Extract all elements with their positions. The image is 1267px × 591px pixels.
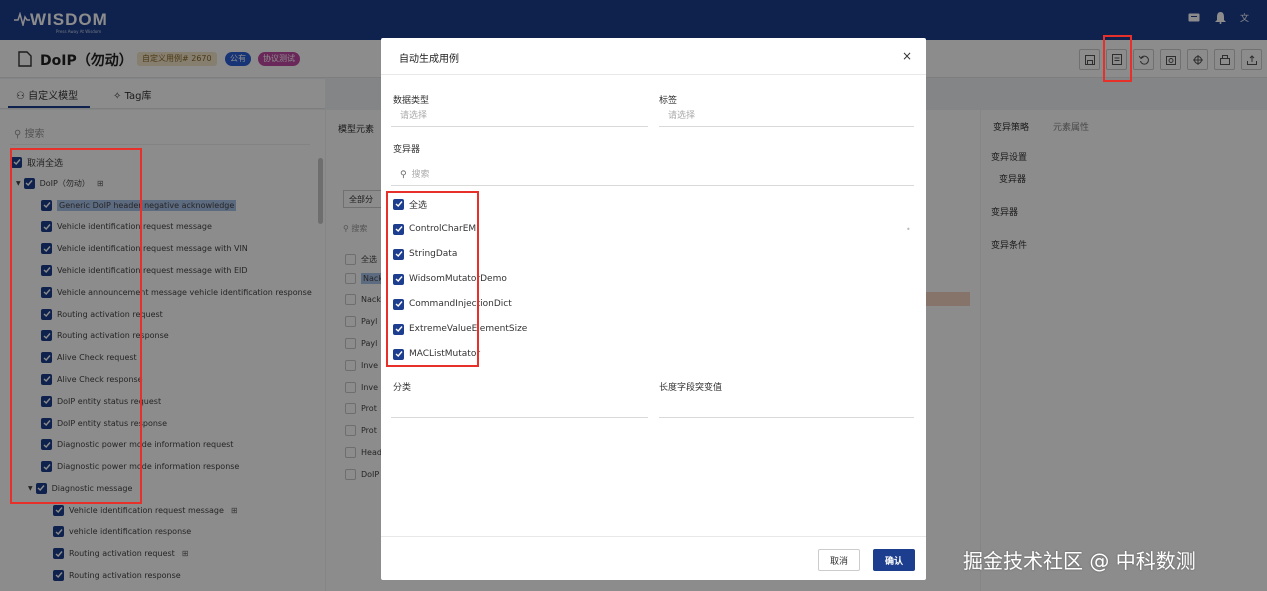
mutator-label: StringData [409,249,458,259]
checkbox[interactable] [393,323,404,335]
dialog-divider [381,74,926,75]
mutator-option[interactable]: WidsomMutatorDemo [393,271,507,287]
mutator-label: ExtremeValueElementSize [409,324,528,334]
close-icon[interactable]: × [902,49,912,63]
search-icon: ⚲ [400,170,410,180]
mutator-section-label: 变异器 [393,145,421,155]
mutator-label: MACListMutator [409,349,481,359]
checkbox[interactable] [393,248,404,260]
data-type-label: 数据类型 [393,96,430,106]
mutator-option[interactable]: ExtremeValueElementSize [393,321,527,337]
length-field-label: 长度字段突变值 [659,383,723,393]
confirm-button[interactable]: 确认 [873,549,915,571]
length-field-input[interactable] [659,400,914,418]
mutator-label: CommandInjectionDict [409,299,512,309]
auto-generate-dialog: 自动生成用例 × 数据类型 请选择 标签 请选择 变异器 ⚲ 搜索 全选 Cont… [381,38,926,580]
checkbox[interactable] [393,348,404,360]
dot-indicator: • [906,225,911,234]
mutator-label: 全选 [409,200,428,211]
watermark: 掘金技术社区 @ 中科数测 [963,549,1196,573]
mutator-select-all[interactable]: 全选 [393,196,427,212]
mutator-option[interactable]: StringData [393,246,457,262]
data-type-select[interactable]: 请选择 [391,109,648,127]
mutator-option[interactable]: ControlCharEM [393,221,476,237]
mutator-option[interactable]: CommandInjectionDict [393,296,512,312]
mutator-option[interactable]: MACListMutator [393,346,480,362]
category-select[interactable] [391,400,648,418]
mutator-label: ControlCharEM [409,224,477,234]
tag-select[interactable]: 请选择 [659,109,914,127]
checkbox[interactable] [393,298,404,310]
checkbox[interactable] [393,198,404,210]
footer-divider [381,536,926,537]
checkbox[interactable] [393,273,404,285]
tag-label: 标签 [659,96,678,106]
dialog-title: 自动生成用例 [399,54,459,65]
mutator-search-input[interactable]: ⚲ 搜索 [391,168,914,186]
cancel-button[interactable]: 取消 [818,549,860,571]
mutator-label: WidsomMutatorDemo [409,274,507,284]
category-label: 分类 [393,383,412,393]
checkbox[interactable] [393,223,404,235]
